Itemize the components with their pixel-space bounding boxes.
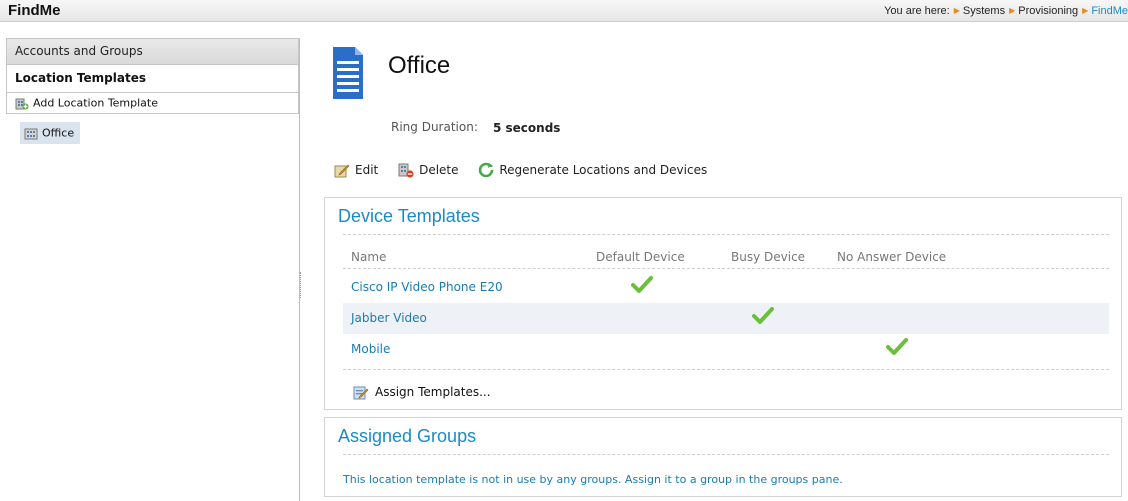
- regenerate-button[interactable]: Regenerate Locations and Devices: [478, 162, 707, 178]
- regenerate-icon: [479, 162, 494, 178]
- device-templates-panel: Device Templates Name Default Device Bus…: [324, 197, 1122, 410]
- add-location-template-button[interactable]: Add Location Template: [6, 92, 299, 114]
- checkmark-icon: [886, 338, 908, 355]
- device-name-link[interactable]: Jabber Video: [351, 311, 427, 325]
- breadcrumb-systems[interactable]: Systems: [963, 5, 1005, 17]
- document-icon: [333, 47, 363, 99]
- assigned-groups-panel: Assigned Groups This location template i…: [324, 417, 1122, 497]
- divider: [343, 268, 1109, 269]
- table-row: Jabber Video: [343, 303, 1109, 334]
- ring-duration-label: Ring Duration:: [391, 120, 478, 134]
- add-building-icon: [15, 98, 29, 109]
- left-pane: Accounts and Groups Location Templates A…: [6, 38, 300, 501]
- edit-button[interactable]: Edit: [334, 162, 378, 178]
- checkmark-icon: [631, 276, 653, 293]
- breadcrumb-arrow-icon: ▶: [953, 6, 960, 15]
- delete-building-icon: [398, 163, 414, 178]
- assign-templates-label: Assign Templates...: [375, 385, 491, 399]
- edit-label: Edit: [355, 163, 379, 177]
- assigned-groups-title: Assigned Groups: [338, 426, 477, 446]
- accordion-accounts-and-groups[interactable]: Accounts and Groups: [6, 38, 299, 65]
- top-bar: FindMe You are here: ▶ Systems ▶ Provisionin…: [0, 0, 1128, 22]
- device-name-link[interactable]: Mobile: [351, 342, 390, 356]
- assign-templates-button[interactable]: Assign Templates...: [353, 384, 491, 400]
- regenerate-label: Regenerate Locations and Devices: [499, 163, 708, 177]
- checkmark-icon: [752, 307, 774, 324]
- breadcrumb-prefix: You are here:: [884, 5, 950, 17]
- app-title: FindMe: [8, 2, 61, 19]
- tree-item-label: Office: [42, 126, 75, 140]
- delete-button[interactable]: Delete: [398, 162, 459, 178]
- page-title: Office: [388, 52, 451, 79]
- breadcrumb: You are here: ▶ Systems ▶ Provisioning ▶ FindM…: [884, 5, 1128, 17]
- breadcrumb-arrow-icon: ▶: [1009, 6, 1016, 15]
- ring-duration-value: 5 seconds: [493, 121, 561, 135]
- assigned-groups-message: This location template is not in use by …: [343, 473, 843, 486]
- building-icon: [24, 128, 38, 139]
- column-header-busy-device: Busy Device: [731, 250, 806, 264]
- breadcrumb-provisioning[interactable]: Provisioning: [1018, 5, 1078, 17]
- accordion-location-templates[interactable]: Location Templates: [6, 65, 299, 92]
- device-templates-title: Device Templates: [338, 206, 480, 226]
- breadcrumb-findme[interactable]: FindMe: [1091, 5, 1128, 17]
- edit-icon: [334, 164, 350, 178]
- column-header-no-answer-device: No Answer Device: [837, 250, 947, 264]
- delete-label: Delete: [419, 163, 459, 177]
- divider: [343, 369, 1109, 370]
- column-header-default-device: Default Device: [596, 250, 685, 264]
- assign-icon: [353, 386, 369, 400]
- action-bar: Edit Delete Regenerate Locations and Dev…: [334, 162, 723, 178]
- table-row: Cisco IP Video Phone E20: [343, 272, 1109, 303]
- tree-item-office[interactable]: Office: [20, 122, 81, 144]
- divider: [343, 454, 1109, 455]
- pane-splitter[interactable]: [300, 272, 303, 298]
- divider: [343, 234, 1109, 235]
- add-location-template-label: Add Location Template: [33, 96, 159, 110]
- device-name-link[interactable]: Cisco IP Video Phone E20: [351, 280, 503, 294]
- template-tree: Office: [6, 114, 299, 144]
- column-header-name: Name: [351, 250, 387, 264]
- table-row: Mobile: [343, 334, 1109, 365]
- breadcrumb-arrow-icon: ▶: [1082, 6, 1089, 15]
